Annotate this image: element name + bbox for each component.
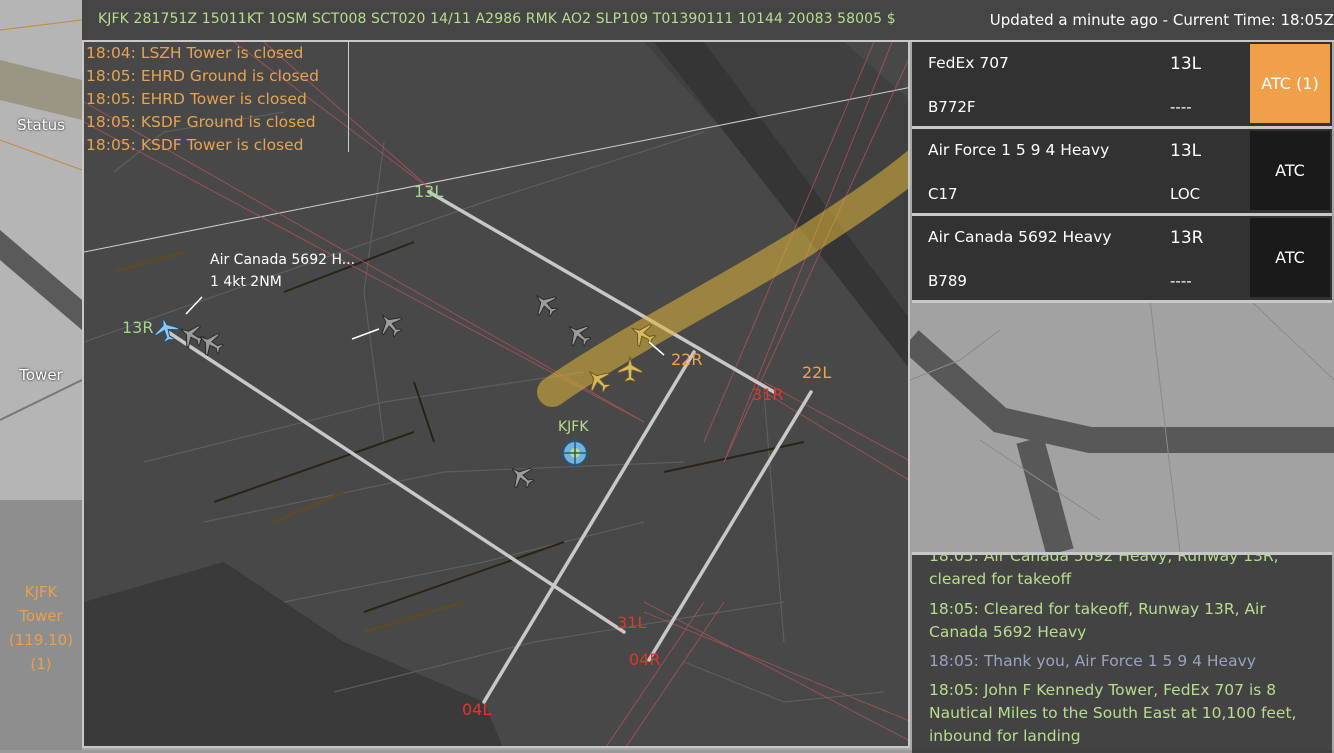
strip-runway: 13R <box>1170 228 1204 248</box>
strip-state: LOC <box>1170 185 1201 203</box>
event-log-item: 18:05: EHRD Ground is closed <box>86 67 319 85</box>
strip-callsign: Air Force 1 5 9 4 Heavy <box>928 141 1110 159</box>
top-bar: KJFK 281751Z 15011KT 10SM SCT008 SCT020 … <box>82 0 1334 42</box>
runway-label-31r: 31R <box>752 385 783 404</box>
runway-label-13l: 13L <box>414 182 443 201</box>
event-log-item: 18:05: KSDF Tower is closed <box>86 136 304 154</box>
metar-text: KJFK 281751Z 15011KT 10SM SCT008 SCT020 … <box>98 11 896 27</box>
airport-label: KJFK <box>558 419 589 435</box>
event-log-item: 18:05: KSDF Ground is closed <box>86 113 316 131</box>
strip-state: ---- <box>1170 272 1192 290</box>
atc-button[interactable]: ATC <box>1250 131 1330 210</box>
flight-strip[interactable]: FedEx 707 13L B772F ---- ATC (1) <box>912 42 1332 129</box>
aircraft-tag-info: 1 4kt 2NM <box>210 274 282 290</box>
comms-message: 18:05: Cleared for takeoff, Runway 13R, … <box>929 600 1266 641</box>
runway-label-04r: 04R <box>629 650 660 669</box>
runway-label-13r: 13R <box>122 318 153 337</box>
event-log-item: 18:05: EHRD Tower is closed <box>86 90 307 108</box>
strip-callsign: Air Canada 5692 Heavy <box>928 228 1112 246</box>
flight-strip[interactable]: Air Canada 5692 Heavy 13R B789 ---- ATC <box>912 216 1332 303</box>
status-label[interactable]: Status <box>0 116 82 134</box>
event-log: 18:04: LSZH Tower is closed 18:05: EHRD … <box>84 42 349 154</box>
atc-button[interactable]: ATC <box>1250 218 1330 297</box>
strip-aircraft-type: B772F <box>928 98 976 116</box>
flight-strips: FedEx 707 13L B772F ---- ATC (1) Air For… <box>912 42 1332 303</box>
runway-label-31l: 31L <box>617 613 646 632</box>
runway-label-04l: 04L <box>462 700 491 719</box>
frequency-airport: KJFK <box>24 583 58 601</box>
strip-aircraft-type: C17 <box>928 185 958 203</box>
strip-runway: 13L <box>1170 54 1202 74</box>
frequency-count: (1) <box>30 655 52 673</box>
radar-panel[interactable]: Air Canada 5692 H... 1 4kt 2NM KJFK 13L … <box>82 40 910 748</box>
frequency-selector[interactable]: KJFK Tower (119.10) (1) <box>0 580 82 676</box>
aircraft-tag-callsign: Air Canada 5692 H... <box>210 252 355 268</box>
frequency-value: (119.10) <box>8 631 74 649</box>
update-status: Updated a minute ago - Current Time: 18:… <box>989 11 1334 29</box>
runway-label-22r: 22R <box>671 350 702 369</box>
runway-label-22l: 22L <box>802 363 831 382</box>
frequency-facility: Tower <box>19 607 63 625</box>
strip-callsign: FedEx 707 <box>928 54 1009 72</box>
comms-message: 18:05: Air Canada 5692 Heavy, Runway 13R… <box>929 552 1279 588</box>
atc-button[interactable]: ATC (1) <box>1250 44 1330 123</box>
event-log-item: 18:04: LSZH Tower is closed <box>86 44 304 62</box>
tower-label[interactable]: Tower <box>0 366 82 384</box>
strip-state: ---- <box>1170 98 1192 116</box>
flight-strip[interactable]: Air Force 1 5 9 4 Heavy 13L C17 LOC ATC <box>912 129 1332 216</box>
comms-message: 18:05: Thank you, Air Force 1 5 9 4 Heav… <box>929 652 1256 670</box>
strip-aircraft-type: B789 <box>928 272 967 290</box>
comms-log[interactable]: 18:05: Air Canada 5692 Heavy, Runway 13R… <box>912 552 1332 753</box>
strip-runway: 13L <box>1170 141 1202 161</box>
comms-message: 18:05: John F Kennedy Tower, FedEx 707 i… <box>929 681 1297 745</box>
